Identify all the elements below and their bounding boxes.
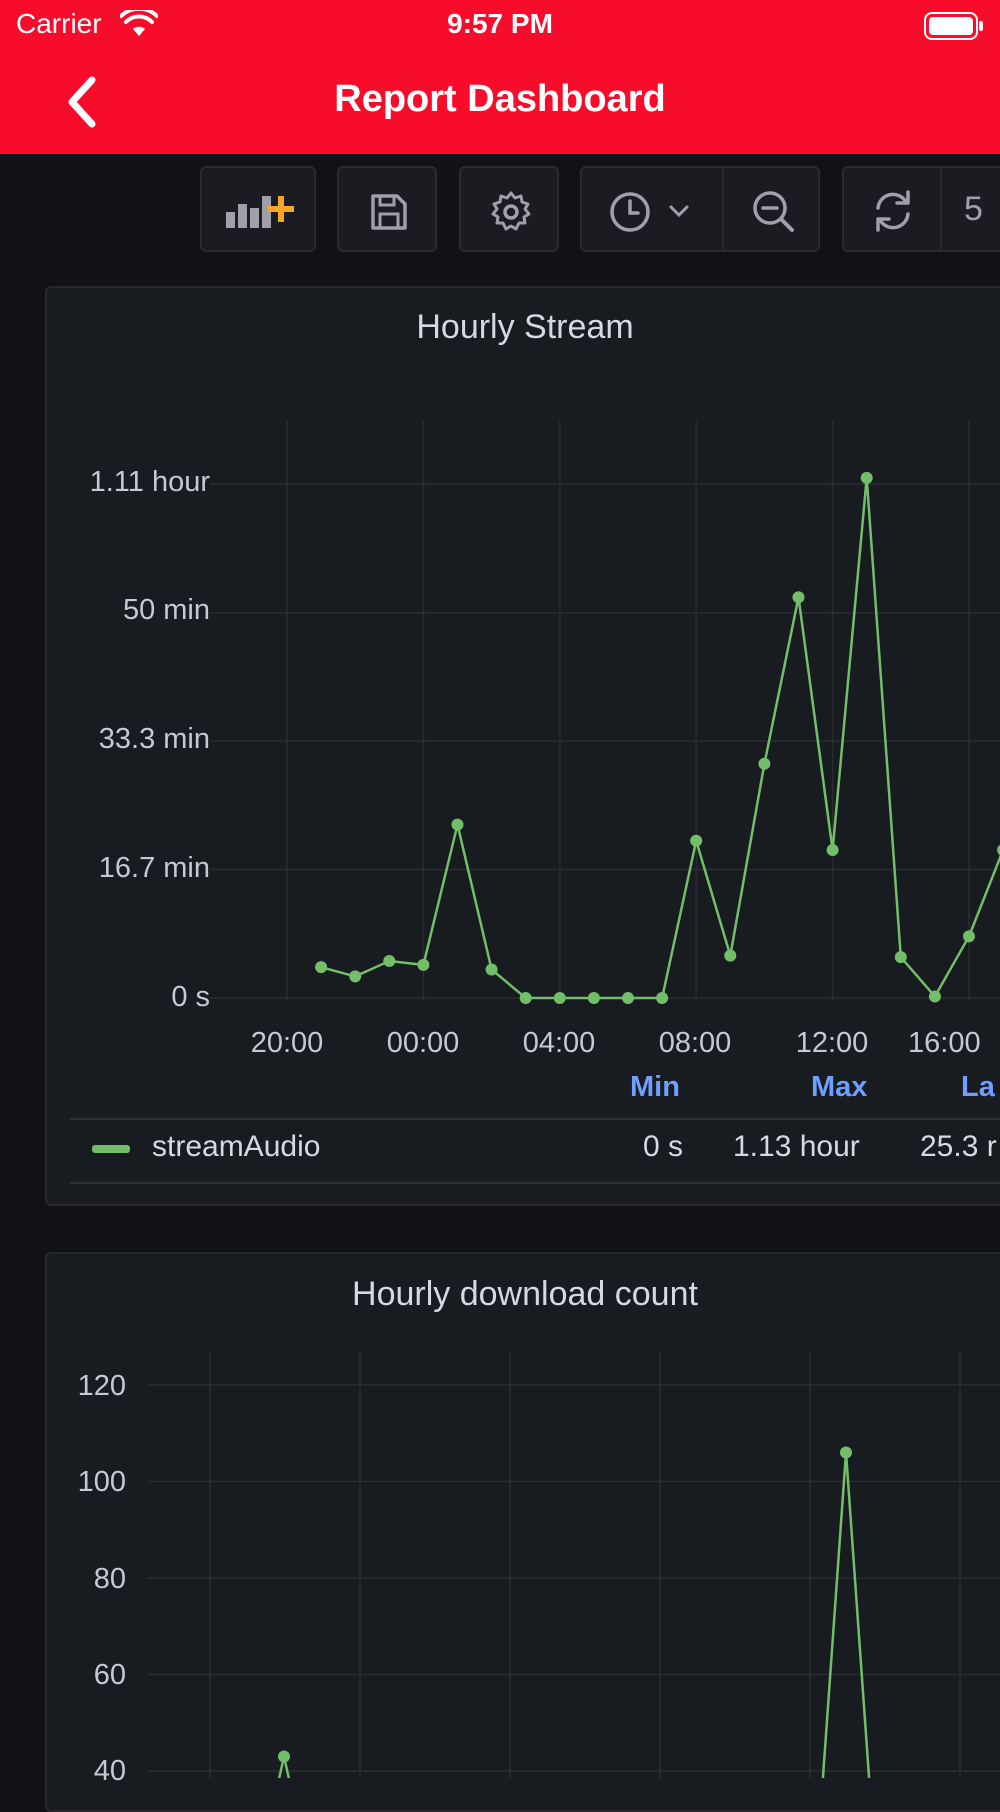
series-line (821, 1452, 871, 1778)
data-point (278, 1750, 290, 1763)
hourly-download-chart[interactable] (0, 0, 1000, 1778)
y-tick-label: 80 (93, 1563, 126, 1595)
y-tick-label: 120 (77, 1370, 126, 1402)
y-tick-label: 40 (93, 1755, 126, 1787)
data-point (840, 1446, 852, 1459)
y-tick-label: 100 (77, 1466, 126, 1498)
y-tick-label: 60 (93, 1659, 126, 1691)
